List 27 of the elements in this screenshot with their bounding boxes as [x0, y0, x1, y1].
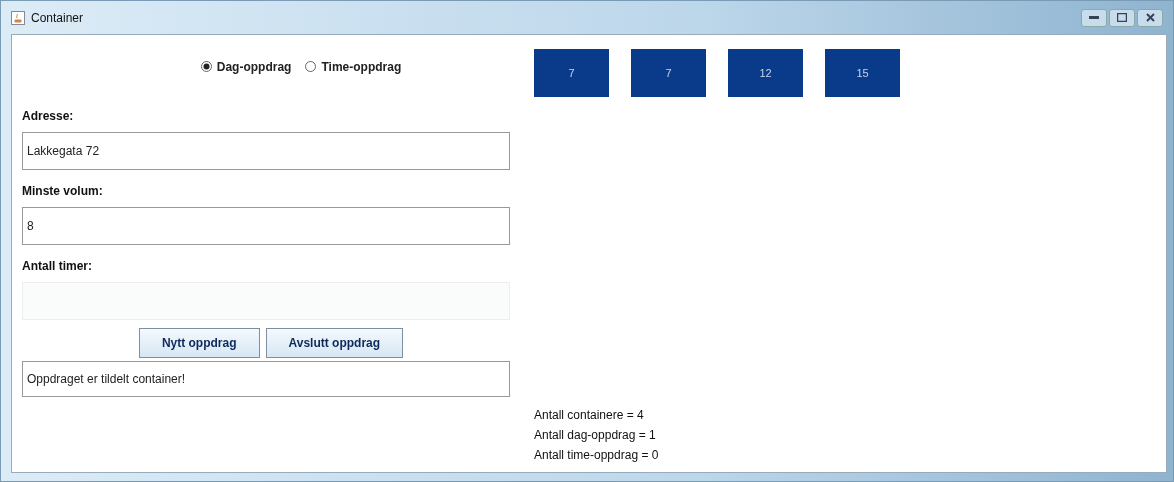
container-block: 7 — [631, 49, 706, 97]
action-button[interactable]: Avslutt oppdrag — [265, 328, 404, 358]
stat-text: Antall time-oppdrag = 0 — [534, 448, 660, 462]
action-button[interactable]: Nytt oppdrag — [138, 328, 260, 358]
stat-text: Antall containere = 4 — [534, 408, 645, 422]
radio-option[interactable]: Dag-oppdrag — [200, 58, 292, 75]
stat-text: Antall dag-oppdrag = 1 — [534, 428, 657, 442]
close-button[interactable] — [1137, 8, 1163, 27]
java-cup-icon — [11, 10, 25, 25]
minimize-icon — [1089, 15, 1099, 20]
container-block: 12 — [728, 49, 803, 97]
close-icon — [1145, 13, 1155, 22]
minimize-button[interactable] — [1081, 8, 1107, 27]
container-block: 7 — [534, 49, 609, 97]
radio-circle-icon — [305, 61, 317, 72]
field-label: Adresse: — [22, 109, 75, 123]
input-field[interactable]: Lakkegata 72 — [22, 132, 510, 170]
maximize-button[interactable] — [1109, 8, 1135, 27]
container-block: 15 — [825, 49, 900, 97]
radio-circle-icon — [200, 61, 212, 72]
field-label: Minste volum: — [22, 184, 104, 198]
window-title: Container — [31, 10, 84, 25]
input-field[interactable]: 8 — [22, 207, 510, 245]
radio-option[interactable]: Time-oppdrag — [305, 58, 402, 75]
message-field: Oppdraget er tildelt container! — [22, 361, 510, 397]
maximize-icon — [1117, 13, 1127, 22]
field-label: Antall timer: — [22, 259, 93, 273]
